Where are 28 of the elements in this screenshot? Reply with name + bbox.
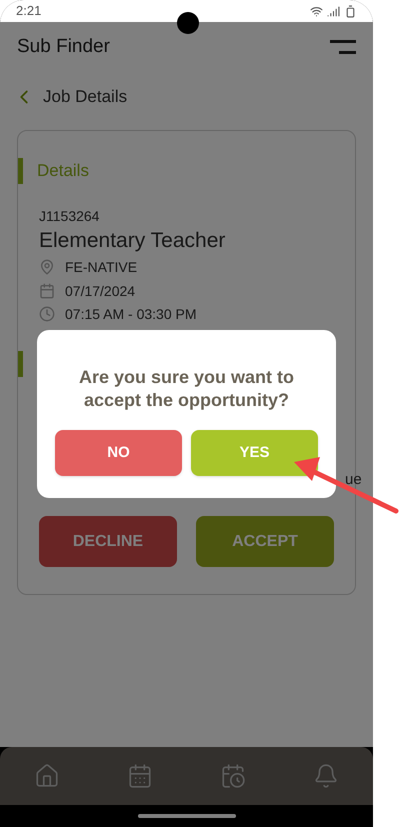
signal-icon xyxy=(327,4,340,18)
wifi-icon xyxy=(310,4,323,18)
menu-icon[interactable] xyxy=(330,40,356,54)
status-time: 2:21 xyxy=(16,2,42,20)
page-title: Job Details xyxy=(43,86,128,108)
time-text: 07:15 AM - 03:30 PM xyxy=(65,304,197,324)
schedule-icon[interactable] xyxy=(220,763,246,789)
bell-icon[interactable] xyxy=(313,763,340,789)
hidden-text: ue xyxy=(345,470,362,490)
job-title: Elementary Teacher xyxy=(39,228,226,254)
home-icon[interactable] xyxy=(34,763,60,789)
job-id: J1153264 xyxy=(39,207,100,226)
no-button[interactable]: NO xyxy=(55,430,182,476)
dialog-message: Are you sure you want to accept the opportunity? xyxy=(78,366,296,412)
app-title: Sub Finder xyxy=(17,34,110,59)
location-pin-icon xyxy=(39,259,55,275)
clock-icon xyxy=(39,306,55,322)
calendar-icon[interactable] xyxy=(126,763,153,789)
location-text: FE-NATIVE xyxy=(65,258,138,276)
accept-button[interactable]: ACCEPT xyxy=(196,516,334,567)
section-heading: Details xyxy=(37,160,89,182)
section-accent-bar xyxy=(18,158,23,184)
date-text: 07/17/2024 xyxy=(65,282,136,300)
battery-icon xyxy=(344,4,357,18)
calendar-icon xyxy=(39,283,55,299)
section-accent-bar xyxy=(18,351,23,377)
decline-button[interactable]: DECLINE xyxy=(39,516,177,567)
yes-button[interactable]: YES xyxy=(191,430,318,476)
